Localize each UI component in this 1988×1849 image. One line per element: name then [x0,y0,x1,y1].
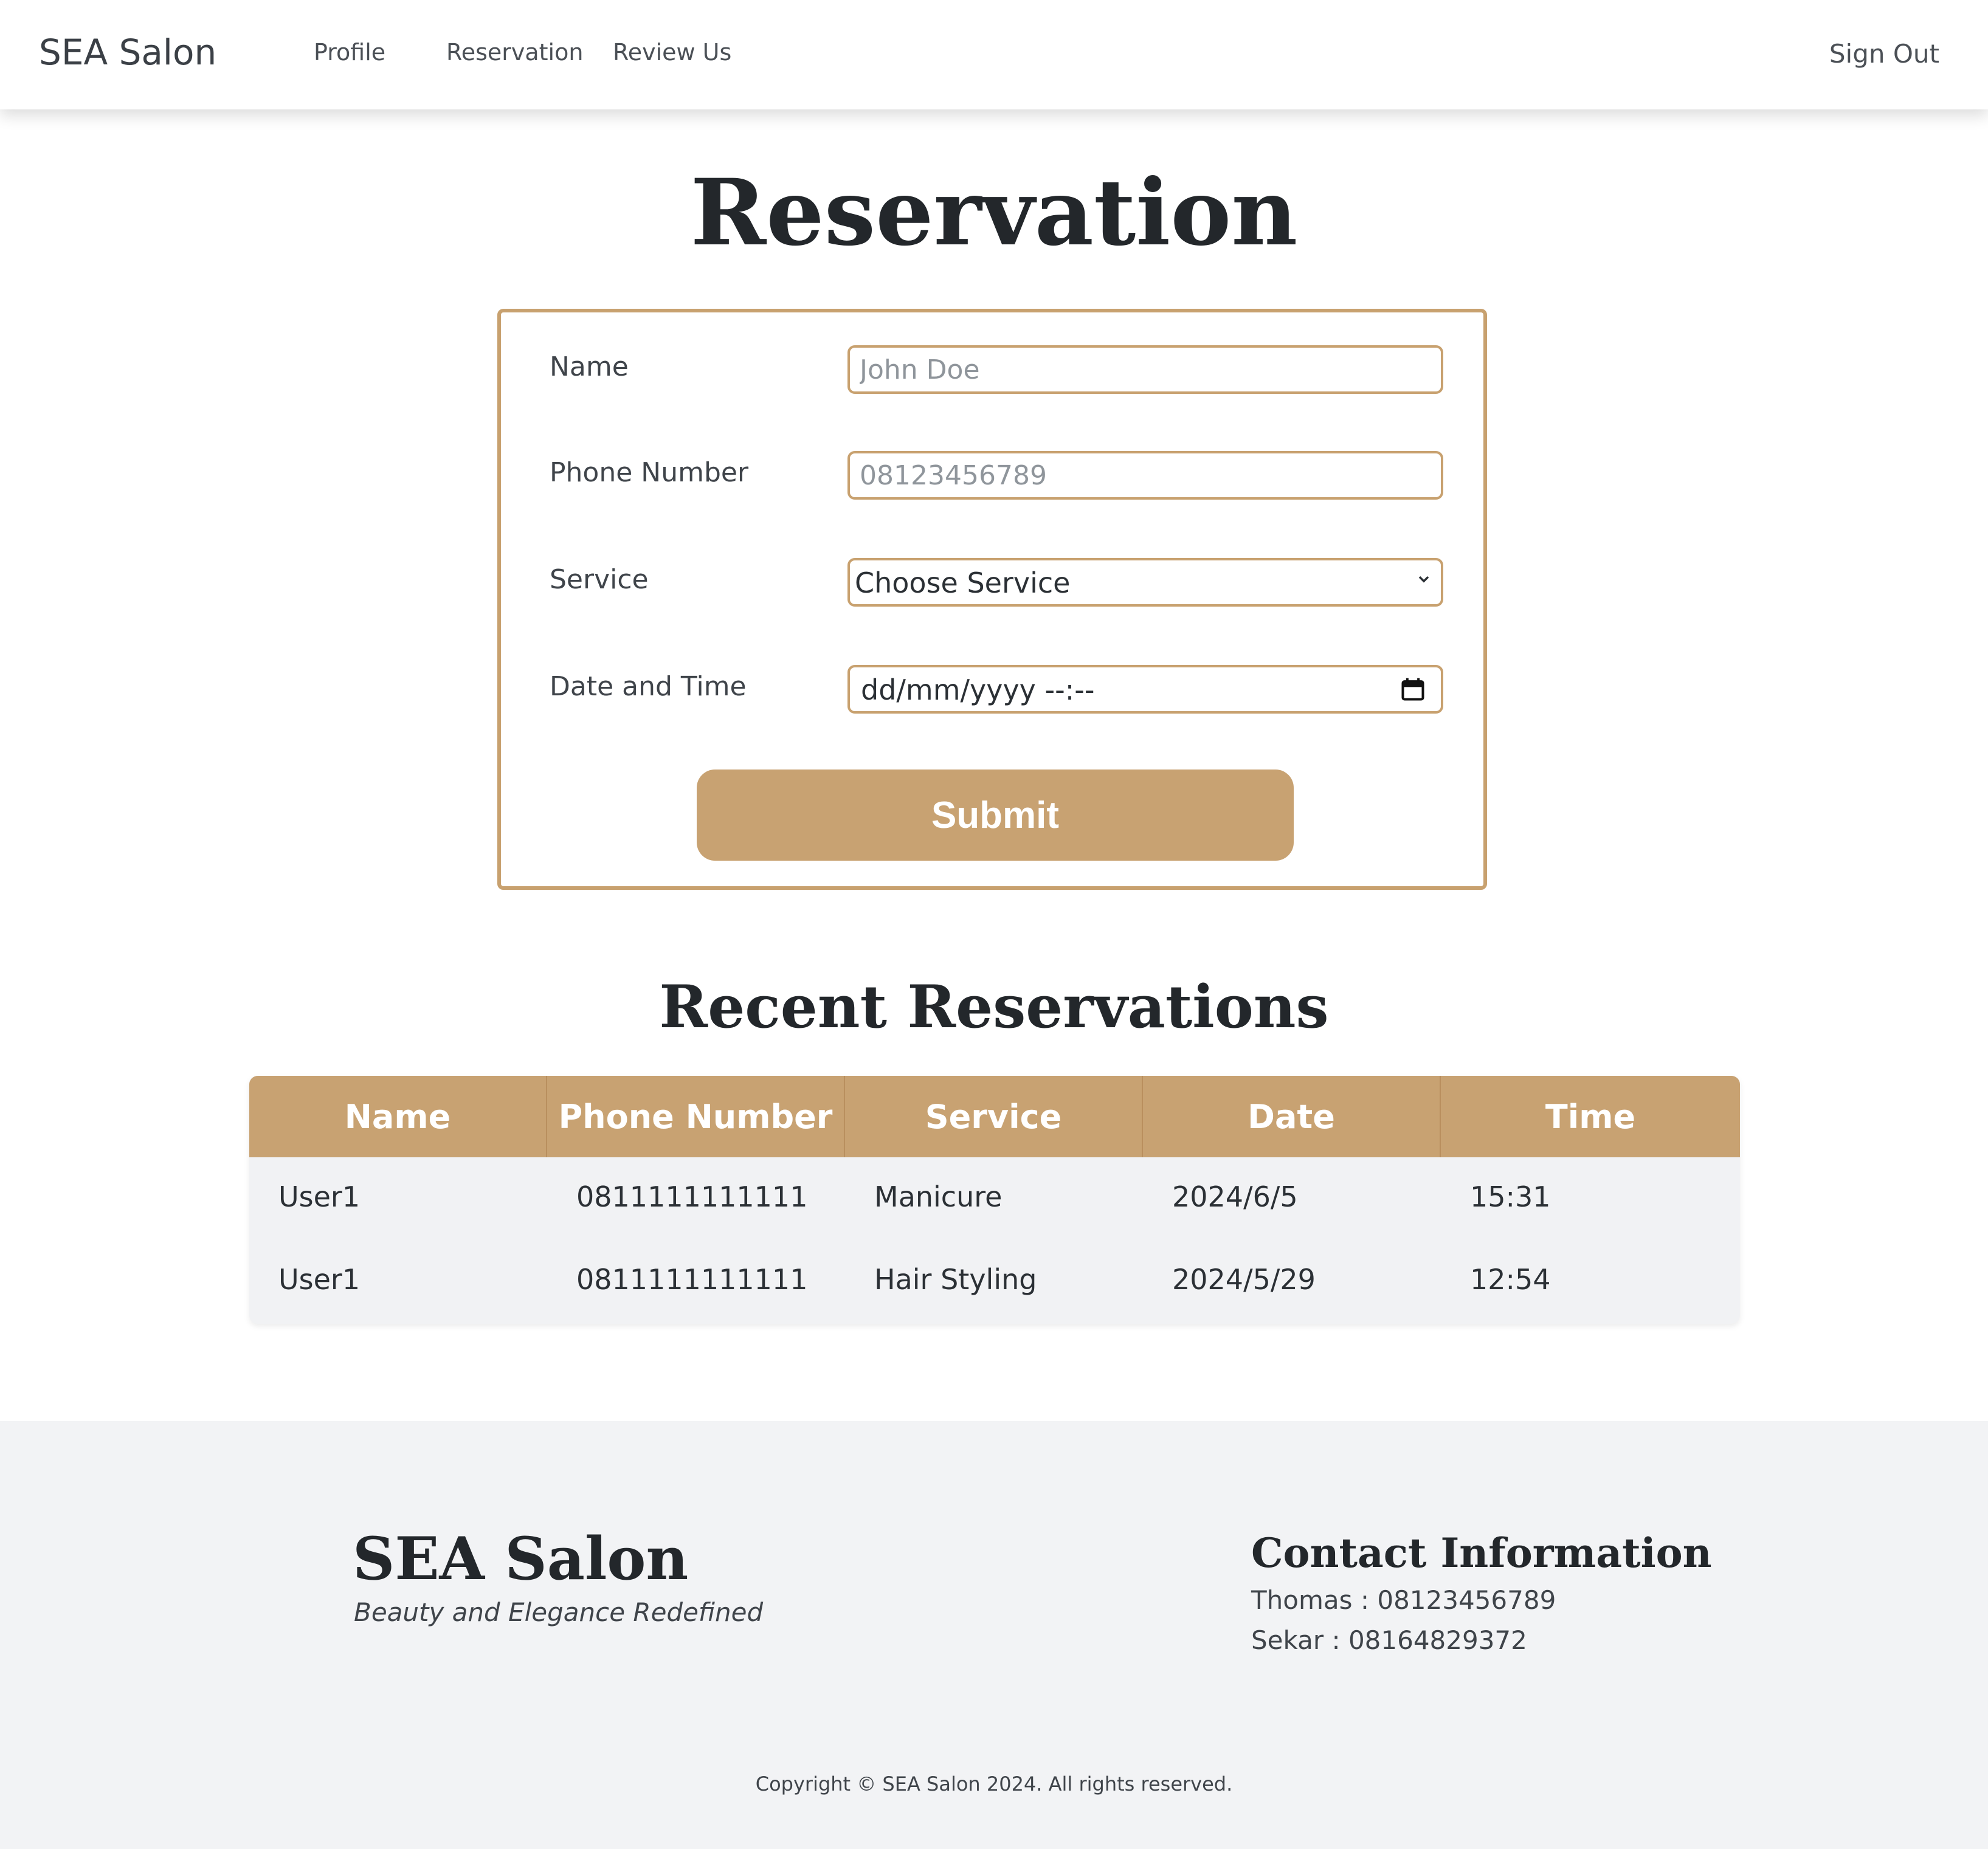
copyright: Copyright © SEA Salon 2024. All rights r… [755,1772,1233,1796]
nav-link-reservation[interactable]: Reservation [446,39,583,66]
recent-reservations-title: Recent Reservations [659,973,1329,1041]
cell-name: User1 [278,1263,361,1296]
contact-title: Contact Information [1251,1529,1712,1577]
cell-phone: 0811111111111 [576,1180,808,1213]
brand-logo[interactable]: SEA Salon [39,32,216,73]
contact-sekar: Sekar : 08164829372 [1251,1625,1527,1655]
submit-button[interactable]: Submit [697,770,1294,861]
service-select[interactable]: Choose Service [847,558,1443,607]
phone-label: Phone Number [550,457,749,488]
footer-brand: SEA Salon [353,1524,689,1593]
cell-date: 2024/6/5 [1172,1180,1298,1213]
phone-input[interactable] [850,453,1441,497]
reservation-form: Name Phone Number Service Choose Service… [497,309,1487,890]
cell-time: 15:31 [1470,1180,1551,1213]
chevron-down-icon [1418,576,1429,583]
cell-service: Manicure [874,1180,1003,1213]
cell-name: User1 [278,1180,361,1213]
name-field[interactable] [847,345,1443,394]
name-label: Name [550,351,629,382]
cell-phone: 0811111111111 [576,1263,808,1296]
cell-date: 2024/5/29 [1172,1263,1316,1296]
datetime-label: Date and Time [550,671,747,702]
service-label: Service [550,564,649,595]
cell-time: 12:54 [1470,1263,1551,1296]
cell-service: Hair Styling [874,1263,1037,1296]
service-select-value: Choose Service [855,566,1071,599]
calendar-icon[interactable] [1400,676,1426,703]
nav-link-profile[interactable]: Profile [314,39,385,66]
column-header-time: Time [1545,1097,1636,1136]
footer: SEA Salon Beauty and Elegance Redefined … [0,1421,1988,1849]
datetime-placeholder: dd/mm/yyyy --:-- [861,673,1095,706]
contact-thomas: Thomas : 08123456789 [1251,1585,1556,1615]
sign-out-link[interactable]: Sign Out [1829,39,1939,69]
page-title: Reservation [690,159,1298,266]
name-input[interactable] [850,348,1441,391]
column-header-phone: Phone Number [547,1076,845,1157]
column-header-date: Date [1143,1076,1441,1157]
table-header: Name Phone Number Service Date Time [249,1076,1740,1157]
datetime-input[interactable]: dd/mm/yyyy --:-- [847,665,1443,714]
reservations-table: Name Phone Number Service Date Time User… [249,1076,1740,1324]
column-header-service: Service [845,1076,1143,1157]
footer-tagline: Beauty and Elegance Redefined [354,1597,764,1627]
column-header-name: Name [249,1076,547,1157]
nav-link-review-us[interactable]: Review Us [613,39,731,66]
phone-field[interactable] [847,451,1443,500]
navbar: SEA Salon Profile Reservation Review Us … [0,0,1988,109]
